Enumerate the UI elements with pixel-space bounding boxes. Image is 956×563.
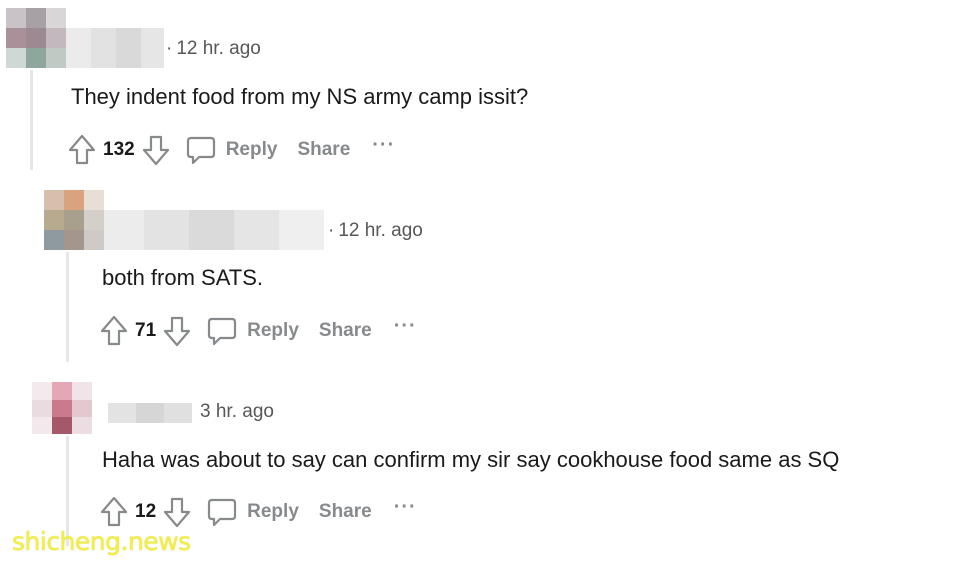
username-blurred[interactable] xyxy=(108,403,192,423)
watermark: shicheng.news xyxy=(12,527,191,556)
username-blurred[interactable] xyxy=(104,210,324,250)
upvote-arrow-icon[interactable] xyxy=(67,133,97,167)
ellipsis-icon[interactable]: ··· xyxy=(394,496,417,519)
comment-actions: 71 Reply Share ··· xyxy=(99,311,417,351)
vote-score: 12 xyxy=(135,501,157,522)
downvote-arrow-icon[interactable] xyxy=(162,495,192,529)
timestamp[interactable]: 12 hr. ago xyxy=(338,220,423,241)
comment-meta: · 12 hr. ago xyxy=(166,38,261,60)
username-blurred[interactable] xyxy=(66,28,164,68)
thread-line[interactable] xyxy=(30,70,33,170)
upvote-arrow-icon[interactable] xyxy=(99,314,129,348)
comment-meta: 3 hr. ago xyxy=(200,401,274,423)
reply-button[interactable]: Reply xyxy=(247,320,299,342)
share-button[interactable]: Share xyxy=(319,320,372,342)
separator-dot: · xyxy=(166,38,173,59)
reply-button[interactable]: Reply xyxy=(226,139,278,161)
ellipsis-icon[interactable]: ··· xyxy=(372,134,395,157)
share-button[interactable]: Share xyxy=(319,501,372,523)
speech-bubble-icon[interactable] xyxy=(206,314,238,348)
comment-actions: 132 Reply Share ··· xyxy=(67,130,395,170)
downvote-arrow-icon[interactable] xyxy=(141,133,171,167)
comment-meta: · 12 hr. ago xyxy=(328,220,423,242)
avatar[interactable] xyxy=(44,190,104,250)
speech-bubble-icon[interactable] xyxy=(206,495,238,529)
share-button[interactable]: Share xyxy=(297,139,350,161)
comment-actions: 12 Reply Share ··· xyxy=(99,492,417,532)
downvote-arrow-icon[interactable] xyxy=(162,314,192,348)
vote-score: 71 xyxy=(135,320,157,341)
comment-body: both from SATS. xyxy=(102,265,263,290)
timestamp[interactable]: 12 hr. ago xyxy=(176,38,261,59)
reply-button[interactable]: Reply xyxy=(247,501,299,523)
timestamp[interactable]: 3 hr. ago xyxy=(200,401,274,422)
ellipsis-icon[interactable]: ··· xyxy=(394,315,417,338)
speech-bubble-icon[interactable] xyxy=(185,133,217,167)
comment-body: Haha was about to say can confirm my sir… xyxy=(102,447,840,472)
upvote-arrow-icon[interactable] xyxy=(99,495,129,529)
comment-body: They indent food from my NS army camp is… xyxy=(71,84,529,109)
thread-line[interactable] xyxy=(66,252,69,362)
vote-score: 132 xyxy=(103,139,135,160)
avatar[interactable] xyxy=(6,8,66,68)
avatar[interactable] xyxy=(32,382,92,434)
separator-dot: · xyxy=(328,220,335,241)
